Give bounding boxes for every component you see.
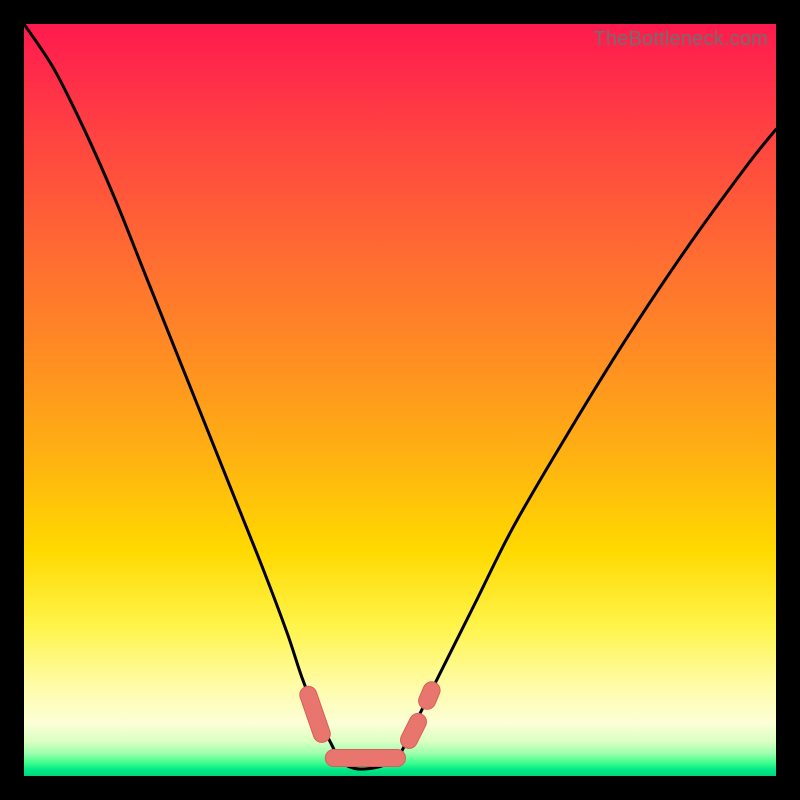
curve-layer — [24, 24, 776, 776]
chart-frame: TheBottleneck.com — [0, 0, 800, 800]
bottom-markers-group — [308, 690, 431, 758]
marker-segment — [409, 722, 418, 740]
bottleneck-curve — [24, 24, 776, 769]
plot-area: TheBottleneck.com — [24, 24, 776, 776]
marker-segment — [427, 690, 432, 701]
